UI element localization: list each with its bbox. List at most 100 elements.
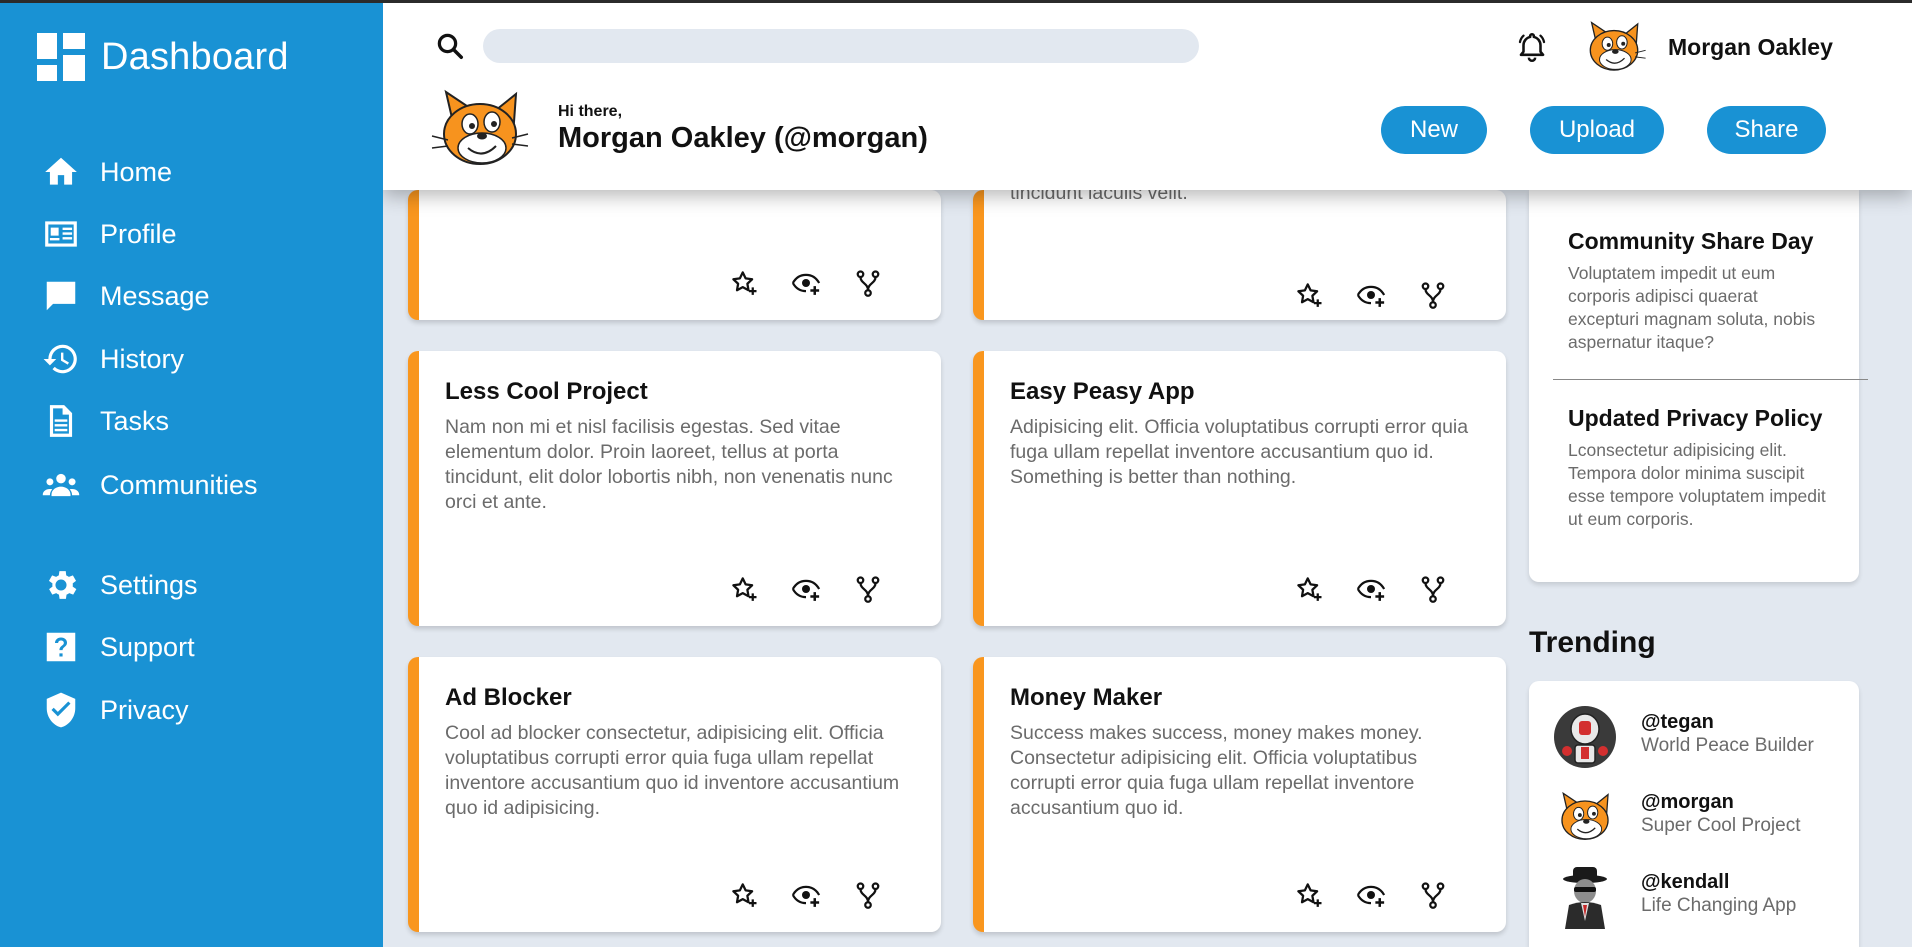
sidebar-item-label: Communities [100, 469, 258, 500]
trending-panel: @tegan World Peace Builder @morgan Super… [1529, 681, 1859, 947]
sidebar-item-label: Message [100, 280, 210, 311]
announcement-text: Lconsectetur adipisicing elit. Tempora d… [1568, 440, 1826, 529]
trending-handle[interactable]: @morgan [1641, 791, 1734, 814]
profile-card-icon [45, 221, 77, 247]
watch-add-icon[interactable] [791, 268, 821, 298]
tasks-icon [49, 405, 73, 437]
card-actions [729, 268, 883, 298]
trending-project[interactable]: World Peace Builder [1641, 735, 1814, 757]
card-actions [729, 574, 883, 604]
watch-add-icon[interactable] [1356, 880, 1386, 910]
greeting-name: Morgan Oakley (@morgan) [558, 122, 928, 154]
spy-avatar [1563, 867, 1607, 929]
sidebar-item-privacy[interactable]: Privacy [42, 690, 189, 730]
upload-button[interactable]: Upload [1530, 106, 1664, 154]
header: Morgan Oakley Hi there, Morgan Oakley (@… [383, 0, 1912, 190]
shield-icon [46, 692, 76, 728]
help-icon [46, 632, 76, 662]
sidebar-item-label: Privacy [100, 694, 189, 725]
trending-item[interactable]: @tegan World Peace Builder [1553, 705, 1853, 769]
fork-icon[interactable] [853, 880, 883, 910]
robot-avatar [1554, 706, 1616, 768]
fork-icon[interactable] [853, 574, 883, 604]
star-add-icon[interactable] [1294, 574, 1324, 604]
dashboard-title: Dashboard [101, 35, 289, 78]
watch-add-icon[interactable] [1356, 280, 1386, 310]
trending-project[interactable]: Super Cool Project [1641, 815, 1800, 837]
sidebar-item-label: Support [100, 631, 195, 662]
trending-heading: Trending [1529, 626, 1656, 659]
star-add-icon[interactable] [729, 880, 759, 910]
trending-project[interactable]: Life Changing App [1641, 895, 1796, 917]
greeting-text: Hi there, [558, 103, 623, 120]
project-card[interactable]: Money Maker Success makes success, money… [973, 657, 1506, 932]
sidebar-item-communities[interactable]: Communities [42, 465, 258, 505]
watch-add-icon[interactable] [791, 574, 821, 604]
dashboard-icon [37, 33, 85, 81]
project-title: Easy Peasy App [1010, 378, 1195, 405]
project-description: Cool ad blocker consectetur, adipisicing… [445, 722, 900, 819]
sidebar-item-history[interactable]: History [42, 339, 184, 379]
star-add-icon[interactable] [729, 268, 759, 298]
star-add-icon[interactable] [1294, 280, 1324, 310]
trending-handle[interactable]: @tegan [1641, 711, 1714, 734]
trending-handle[interactable]: @kendall [1641, 871, 1729, 894]
communities-icon [42, 473, 80, 497]
search-input[interactable] [483, 29, 1199, 63]
sidebar-item-label: Profile [100, 218, 177, 249]
announcement-title: Updated Privacy Policy [1568, 405, 1823, 431]
sidebar-item-profile[interactable]: Profile [42, 214, 177, 254]
sidebar-item-tasks[interactable]: Tasks [42, 401, 169, 441]
fork-icon[interactable] [853, 268, 883, 298]
share-button[interactable]: Share [1707, 106, 1826, 154]
project-card[interactable]: tincidunt iaculis velit. [973, 190, 1506, 320]
search-icon[interactable] [435, 31, 465, 61]
watch-add-icon[interactable] [1356, 574, 1386, 604]
sidebar-item-label: Home [100, 156, 173, 187]
message-icon [46, 281, 76, 311]
user-avatar[interactable] [1581, 20, 1647, 74]
project-description: Adipisicing elit. Officia voluptatibus c… [1010, 416, 1469, 488]
project-description: Nam non mi et nisl facilisis egestas. Se… [445, 416, 893, 513]
trending-item[interactable]: @morgan Super Cool Project [1553, 785, 1853, 849]
fork-icon[interactable] [1418, 574, 1448, 604]
sidebar-item-support[interactable]: Support [42, 627, 195, 667]
project-description: tincidunt iaculis velit. [1010, 190, 1188, 204]
project-title: Less Cool Project [445, 378, 648, 405]
window-top-border [0, 0, 1912, 3]
announcement-text: Voluptatem impedit ut eum corporis adipi… [1568, 263, 1816, 352]
star-add-icon[interactable] [1294, 880, 1324, 910]
trending-item[interactable]: @kendall Life Changing App [1553, 865, 1853, 929]
fork-icon[interactable] [1418, 880, 1448, 910]
card-actions [1294, 574, 1448, 604]
announcements-panel: Community Share Day Voluptatem impedit u… [1529, 190, 1868, 582]
sidebar-item-settings[interactable]: Settings [42, 565, 198, 605]
cat-avatar [1561, 791, 1609, 841]
announcement-divider [1553, 379, 1868, 380]
card-actions [1294, 280, 1448, 310]
bell-icon[interactable] [1515, 30, 1549, 64]
sidebar-item-message[interactable]: Message [42, 276, 210, 316]
sidebar-item-label: History [100, 343, 185, 374]
project-card[interactable]: Easy Peasy App Adipisicing elit. Officia… [973, 351, 1506, 626]
card-actions [1294, 880, 1448, 910]
card-actions [729, 880, 883, 910]
brand[interactable]: Dashboard [37, 33, 289, 81]
project-description: Success makes success, money makes money… [1010, 722, 1423, 819]
project-title: Ad Blocker [445, 684, 572, 711]
fork-icon[interactable] [1418, 280, 1448, 310]
profile-avatar [431, 89, 529, 165]
watch-add-icon[interactable] [791, 880, 821, 910]
project-card[interactable] [408, 190, 941, 320]
new-button[interactable]: New [1381, 106, 1487, 154]
sidebar: Dashboard Home Profile Message History T… [0, 0, 383, 947]
header-user-name[interactable]: Morgan Oakley [1668, 34, 1833, 61]
home-icon [45, 157, 77, 185]
sidebar-item-label: Settings [100, 569, 198, 600]
sidebar-item-label: Tasks [100, 405, 170, 436]
project-card[interactable]: Ad Blocker Cool ad blocker consectetur, … [408, 657, 941, 932]
sidebar-item-home[interactable]: Home [42, 152, 172, 192]
star-add-icon[interactable] [729, 574, 759, 604]
project-card[interactable]: Less Cool Project Nam non mi et nisl fac… [408, 351, 941, 626]
main-content: Morgan Oakley Hi there, Morgan Oakley (@… [383, 0, 1912, 947]
